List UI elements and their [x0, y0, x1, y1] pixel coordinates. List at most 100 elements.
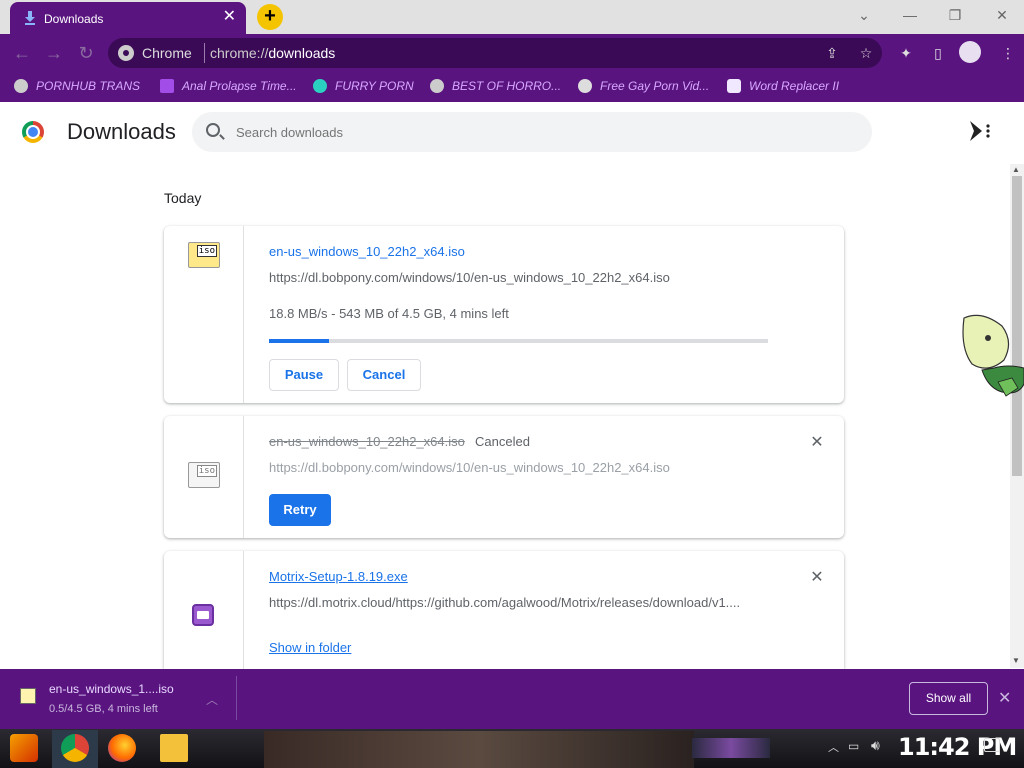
tab-downloads[interactable]: Downloads ✕ — [10, 2, 246, 34]
file-type-label: iso — [196, 245, 217, 257]
iso-file-icon — [20, 688, 36, 704]
download-filename-link[interactable]: Motrix-Setup-1.8.19.exe — [269, 569, 408, 584]
shelf-download-name[interactable]: en-us_windows_1....iso — [49, 682, 174, 696]
bookmarks-bar: PORNHUB TRANS Anal Prolapse Time... FURR… — [0, 72, 1024, 102]
bookmark-item[interactable]: PORNHUB TRANS — [14, 79, 140, 95]
chrome-taskbar-icon[interactable] — [61, 734, 89, 762]
section-date-label: Today — [164, 190, 202, 206]
remove-close-icon[interactable]: ✕ — [810, 570, 824, 586]
file-icon-area — [164, 551, 244, 669]
omnibox-divider — [204, 43, 205, 63]
show-in-folder-link[interactable]: Show in folder — [269, 640, 351, 655]
download-shelf — [0, 669, 1024, 729]
bookmark-favicon — [313, 79, 327, 93]
search-input[interactable] — [236, 122, 836, 142]
bookmark-label: BEST OF HORRO... — [452, 79, 562, 93]
downloads-menu-icon[interactable] — [968, 118, 994, 144]
peridot-character-image — [962, 314, 1024, 397]
remove-close-icon[interactable]: ✕ — [810, 435, 824, 451]
restore-button[interactable]: ❐ — [943, 5, 967, 25]
bookmark-label: PORNHUB TRANS — [36, 79, 141, 93]
bookmark-label: FURRY PORN — [335, 79, 414, 93]
bookmark-label: Free Gay Porn Vid... — [600, 79, 710, 93]
bookmark-favicon — [727, 79, 741, 93]
bookmark-item[interactable]: Word Replacer II — [727, 79, 839, 95]
shelf-divider — [236, 676, 237, 720]
tab-close-icon[interactable]: ✕ — [223, 9, 236, 25]
download-item: Motrix-Setup-1.8.19.exe ✕ https://dl.mot… — [164, 551, 844, 669]
side-panel-icon[interactable]: ▯ — [928, 43, 948, 63]
file-icon-area: iso — [164, 416, 244, 538]
scroll-down-arrow-icon[interactable]: ▼ — [1012, 656, 1020, 665]
bookmark-label: Word Replacer II — [749, 79, 840, 93]
reload-icon[interactable]: ↻ — [75, 42, 97, 64]
profile-avatar-icon[interactable] — [959, 41, 981, 63]
globe-icon — [430, 79, 444, 93]
url-scheme: chrome:// — [210, 45, 269, 61]
network-icon[interactable]: ▭ — [848, 739, 859, 753]
bookmark-star-icon[interactable]: ☆ — [856, 43, 876, 63]
forward-arrow-icon[interactable]: → — [43, 42, 65, 64]
search-icon — [206, 123, 220, 137]
download-item: iso en-us_windows_10_22h2_x64.iso Cancel… — [164, 416, 844, 538]
iso-file-icon: iso — [188, 462, 220, 488]
retry-button[interactable]: Retry — [269, 494, 331, 526]
bookmark-favicon — [578, 79, 592, 93]
download-progress-text: 18.8 MB/s - 543 MB of 4.5 GB, 4 mins lef… — [269, 306, 509, 321]
address-bar[interactable]: Chrome chrome://downloads ⇪ ☆ — [108, 38, 882, 68]
firefox-taskbar-icon[interactable] — [108, 734, 136, 762]
chevron-up-icon[interactable]: ︿ — [206, 691, 218, 708]
volume-icon[interactable]: 🔊︎ — [871, 737, 880, 754]
minimize-button[interactable]: — — [898, 5, 922, 25]
search-box[interactable] — [192, 112, 872, 152]
download-filename: en-us_windows_10_22h2_x64.iso — [269, 434, 465, 449]
download-url: https://dl.bobpony.com/windows/10/en-us_… — [269, 270, 670, 285]
extensions-puzzle-icon[interactable]: ✦ — [896, 43, 916, 63]
bookmark-label: Anal Prolapse Time... — [182, 79, 297, 93]
show-all-button[interactable]: Show all — [909, 682, 988, 715]
notification-icon[interactable] — [984, 738, 1000, 752]
taskbar-decoration — [692, 738, 770, 758]
page-title: Downloads — [67, 119, 176, 144]
omnibox-url: chrome://downloads — [210, 45, 335, 61]
tab-search-icon[interactable]: ⌄ — [852, 5, 876, 25]
tray-chevron-icon[interactable]: ︿ — [828, 739, 839, 755]
cancel-button[interactable]: Cancel — [347, 359, 421, 391]
share-icon[interactable]: ⇪ — [822, 43, 842, 63]
window-close-button[interactable]: ✕ — [990, 5, 1014, 25]
download-filename-link[interactable]: en-us_windows_10_22h2_x64.iso — [269, 244, 465, 259]
progress-fill — [269, 339, 329, 343]
new-tab-button[interactable]: + — [257, 4, 283, 30]
omnibox-brand: Chrome — [142, 45, 192, 61]
file-icon-area: iso — [164, 226, 244, 403]
globe-icon — [14, 79, 28, 93]
bookmark-favicon — [160, 79, 174, 93]
download-state-label: Canceled — [475, 434, 530, 449]
download-item: iso en-us_windows_10_22h2_x64.iso https:… — [164, 226, 844, 403]
file-explorer-taskbar-icon[interactable] — [160, 734, 188, 762]
tab-title: Downloads — [44, 12, 104, 26]
bookmark-item[interactable]: BEST OF HORRO... — [430, 79, 561, 95]
iso-file-icon: iso — [188, 242, 220, 268]
toolbar: ← → ↻ Chrome chrome://downloads ⇪ ☆ ✦ ▯ … — [0, 34, 1024, 72]
chrome-site-icon — [118, 45, 134, 61]
pause-button[interactable]: Pause — [269, 359, 339, 391]
taskbar-wallpaper-strip — [264, 731, 694, 768]
shelf-close-icon[interactable]: ✕ — [998, 688, 1011, 708]
download-icon — [25, 11, 35, 25]
chrome-logo-icon — [22, 121, 44, 143]
bookmark-item[interactable]: Free Gay Porn Vid... — [578, 79, 709, 95]
bookmark-item[interactable]: FURRY PORN — [313, 79, 414, 95]
file-type-label: iso — [196, 465, 217, 477]
back-arrow-icon[interactable]: ← — [11, 42, 33, 64]
shelf-download-status: 0.5/4.5 GB, 4 mins left — [49, 703, 158, 715]
scroll-up-arrow-icon[interactable]: ▲ — [1012, 165, 1020, 174]
menu-kebab-icon[interactable]: ⋮ — [998, 43, 1018, 63]
exe-app-icon — [192, 604, 214, 626]
download-url: https://dl.bobpony.com/windows/10/en-us_… — [269, 460, 670, 475]
bookmark-item[interactable]: Anal Prolapse Time... — [160, 79, 297, 95]
url-host: downloads — [268, 45, 336, 61]
download-url: https://dl.motrix.cloud/https://github.c… — [269, 595, 741, 610]
progress-track — [269, 339, 768, 343]
start-button[interactable] — [10, 734, 38, 762]
